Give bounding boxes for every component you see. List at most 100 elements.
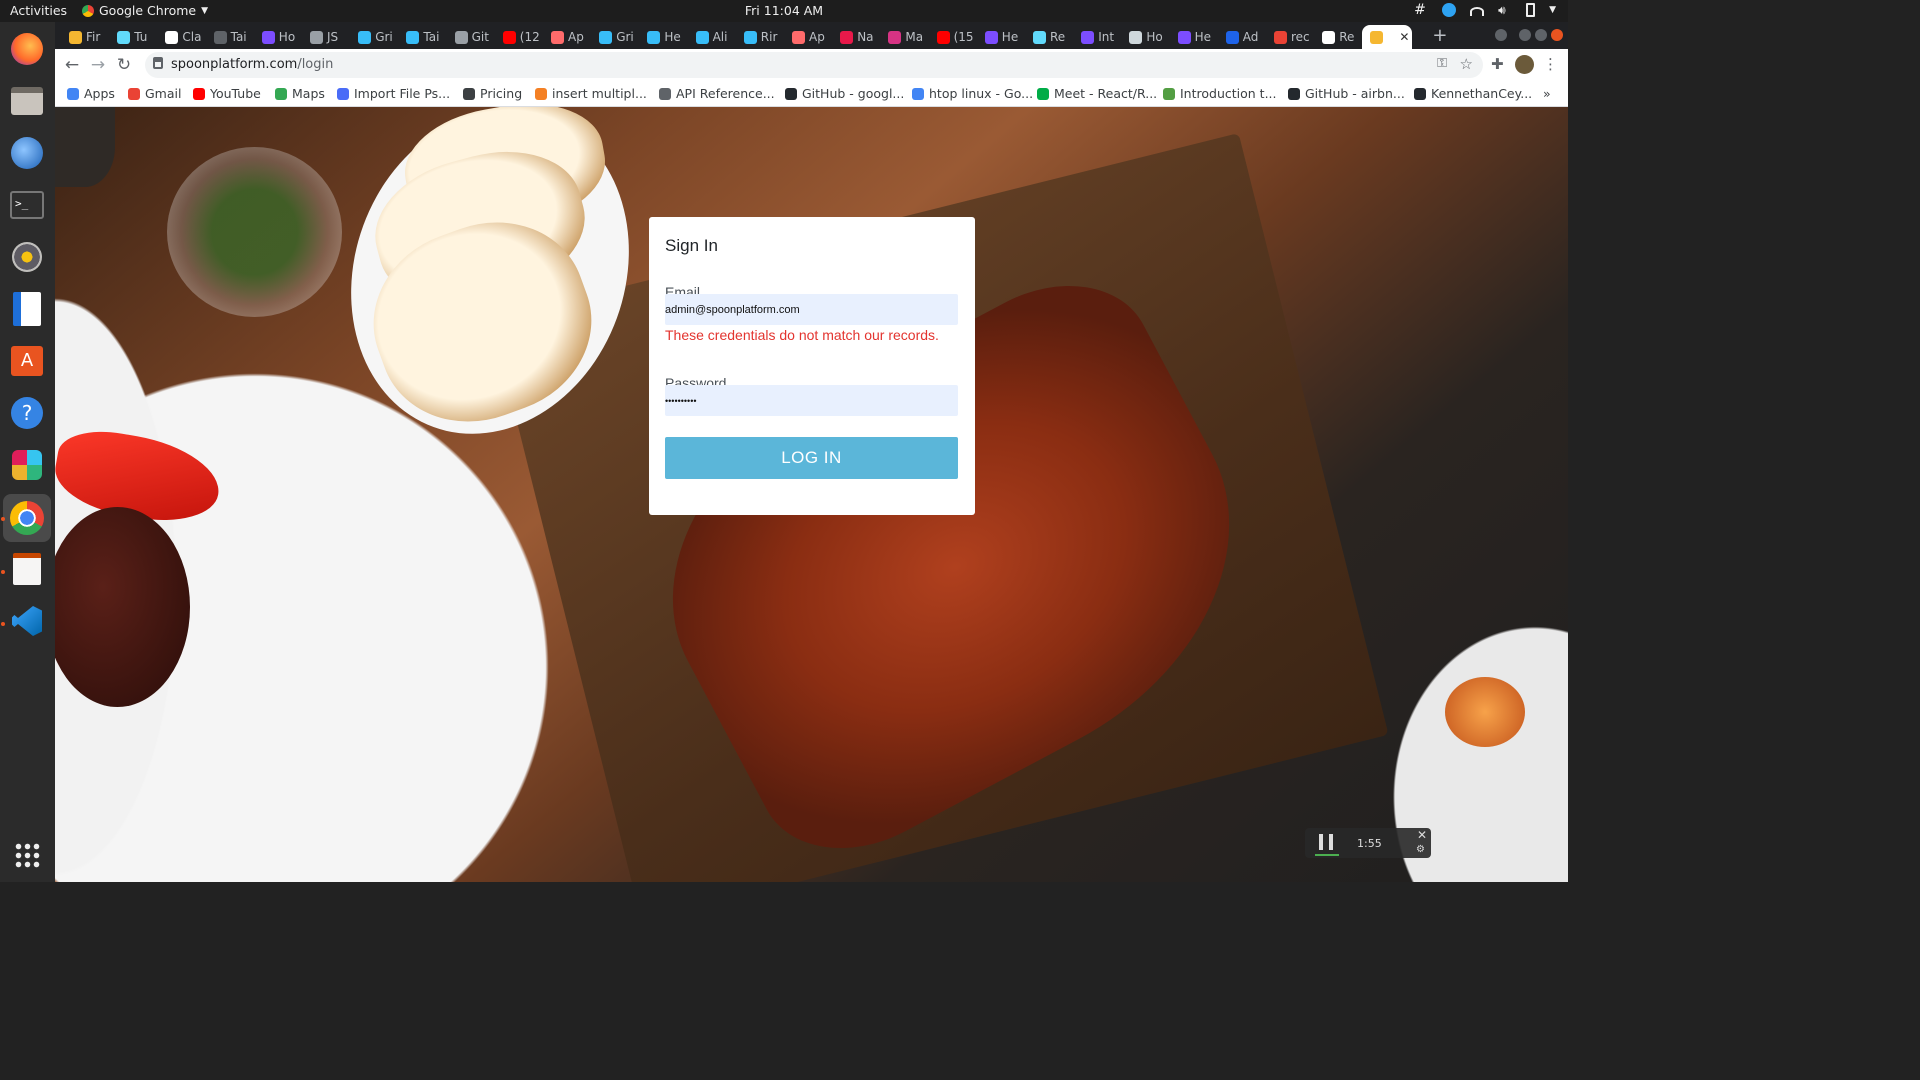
bookmark-3[interactable]: YouTube [193, 86, 261, 101]
tab-label: rec [1291, 30, 1310, 44]
rhythmbox-icon[interactable] [8, 238, 46, 276]
tab-favicon-icon [213, 30, 227, 44]
thunderbird-icon[interactable] [8, 134, 46, 172]
tab-17[interactable]: Na [832, 25, 880, 49]
tab-16[interactable]: Ap [784, 25, 832, 49]
maximize-icon[interactable] [1535, 29, 1547, 41]
close-recorder-icon[interactable]: ✕ [1417, 828, 1427, 842]
tab-20[interactable]: He [977, 25, 1025, 49]
tab-8[interactable]: Tai [398, 25, 446, 49]
tab-favicon-icon [984, 30, 998, 44]
minimize-icon[interactable] [1519, 29, 1531, 41]
tab-19[interactable]: (15 [929, 25, 977, 49]
text-editor-icon[interactable] [8, 550, 46, 588]
pause-icon[interactable] [1319, 834, 1333, 850]
volume-icon[interactable]: 🔊︎ [1498, 3, 1512, 17]
running-indicator [1, 570, 5, 574]
new-tab-button[interactable]: + [1432, 25, 1447, 46]
bookmark-2[interactable]: Gmail [128, 86, 181, 101]
tab-label: Ali [712, 30, 728, 44]
vscode-icon[interactable] [8, 602, 46, 640]
tab-21[interactable]: Re [1025, 25, 1073, 49]
tab-2[interactable]: Tu [109, 25, 157, 49]
show-apps-icon[interactable] [8, 836, 46, 874]
tab-label: He [1001, 30, 1019, 44]
tab-22[interactable]: Int [1073, 25, 1121, 49]
bookmark-7[interactable]: insert multipl... [535, 86, 647, 101]
tab-11[interactable]: Ap [543, 25, 591, 49]
background-beet [55, 507, 190, 707]
tab-active[interactable]: ✕ [1362, 25, 1413, 49]
clock[interactable]: Fri 11:04 AM [0, 3, 1568, 18]
tab-15[interactable]: Rir [736, 25, 784, 49]
tab-18[interactable]: Ma [880, 25, 928, 49]
tab-4[interactable]: Tai [206, 25, 254, 49]
bookmark-5[interactable]: Import File Ps... [337, 86, 450, 101]
close-tab-icon[interactable]: ✕ [1399, 30, 1409, 44]
software-icon[interactable]: A [8, 342, 46, 380]
slack-icon[interactable] [8, 446, 46, 484]
tab-7[interactable]: Gri [350, 25, 398, 49]
bookmarks-overflow-button[interactable]: » [1543, 86, 1551, 101]
tab-3[interactable]: Cla [157, 25, 205, 49]
tab-27[interactable]: Re [1314, 25, 1362, 49]
tab-25[interactable]: Ad [1218, 25, 1266, 49]
maps-icon [275, 87, 287, 100]
tab-14[interactable]: Ali [688, 25, 736, 49]
tab-label: Tai [230, 30, 247, 44]
login-button[interactable]: LOG IN [665, 437, 958, 479]
files-icon[interactable] [8, 82, 46, 120]
close-window-icon[interactable] [1551, 29, 1563, 41]
bookmark-11[interactable]: Meet - React/R... [1037, 86, 1157, 101]
tab-label: (12 [519, 30, 540, 44]
tab-6[interactable]: JS [302, 25, 350, 49]
bookmark-4[interactable]: Maps [275, 86, 325, 101]
help-icon[interactable]: ? [8, 394, 46, 432]
tab-1[interactable]: Fir [61, 25, 109, 49]
bookmark-6[interactable]: Pricing [463, 86, 522, 101]
tab-label: Cla [182, 30, 202, 44]
tab-23[interactable]: Ho [1121, 25, 1169, 49]
tab-26[interactable]: rec [1266, 25, 1314, 49]
forward-icon[interactable]: → [88, 55, 108, 75]
system-tray[interactable]: # 🔊︎ ▼ [1414, 3, 1556, 17]
bookmark-10[interactable]: htop linux - Go... [912, 86, 1033, 101]
battery-icon[interactable] [1526, 3, 1536, 17]
bookmark-label: Pricing [480, 86, 523, 101]
bookmark-14[interactable]: KennethanCey... [1414, 86, 1532, 101]
update-icon[interactable] [1442, 3, 1457, 17]
key-icon[interactable]: ⚿ [1437, 56, 1447, 71]
tab-9[interactable]: Git [447, 25, 495, 49]
bookmark-star-icon[interactable]: ☆ [1460, 55, 1473, 73]
avatar[interactable] [1515, 55, 1534, 74]
writer-icon[interactable] [8, 290, 46, 328]
firefox-icon[interactable] [8, 30, 46, 68]
tab-10[interactable]: (12 [495, 25, 543, 49]
email-field[interactable]: admin@spoonplatform.com [665, 294, 958, 325]
bookmark-13[interactable]: GitHub - airbn... [1288, 86, 1405, 101]
password-field[interactable]: •••••••••• [665, 385, 958, 416]
tab-12[interactable]: Gri [591, 25, 639, 49]
tab-search-icon[interactable] [1495, 29, 1507, 41]
slack-tray-icon[interactable]: # [1414, 3, 1428, 17]
address-bar[interactable]: spoonplatform.com/login ⚿ ☆ [145, 52, 1483, 78]
back-icon[interactable]: ← [62, 55, 82, 75]
reload-icon[interactable]: ↻ [114, 55, 134, 75]
bookmark-8[interactable]: API Reference... [659, 86, 775, 101]
google-icon [912, 87, 924, 100]
bookmark-9[interactable]: GitHub - googl... [785, 86, 904, 101]
tab-24[interactable]: He [1170, 25, 1218, 49]
wifi-icon[interactable] [1470, 7, 1485, 16]
github-icon [1414, 87, 1426, 100]
bookmark-1[interactable]: Apps [67, 86, 115, 101]
settings-icon[interactable]: ⚙ [1416, 844, 1425, 855]
more-menu-icon[interactable]: ⋮ [1543, 55, 1558, 73]
tab-5[interactable]: Ho [254, 25, 302, 49]
extensions-icon[interactable]: ✚ [1491, 55, 1504, 73]
lock-icon[interactable] [153, 57, 163, 69]
caret-down-icon[interactable]: ▼ [1549, 5, 1556, 15]
terminal-icon[interactable]: >_ [8, 186, 46, 224]
chrome-icon[interactable] [3, 494, 51, 542]
bookmark-12[interactable]: Introduction t... [1163, 86, 1277, 101]
tab-13[interactable]: He [639, 25, 687, 49]
